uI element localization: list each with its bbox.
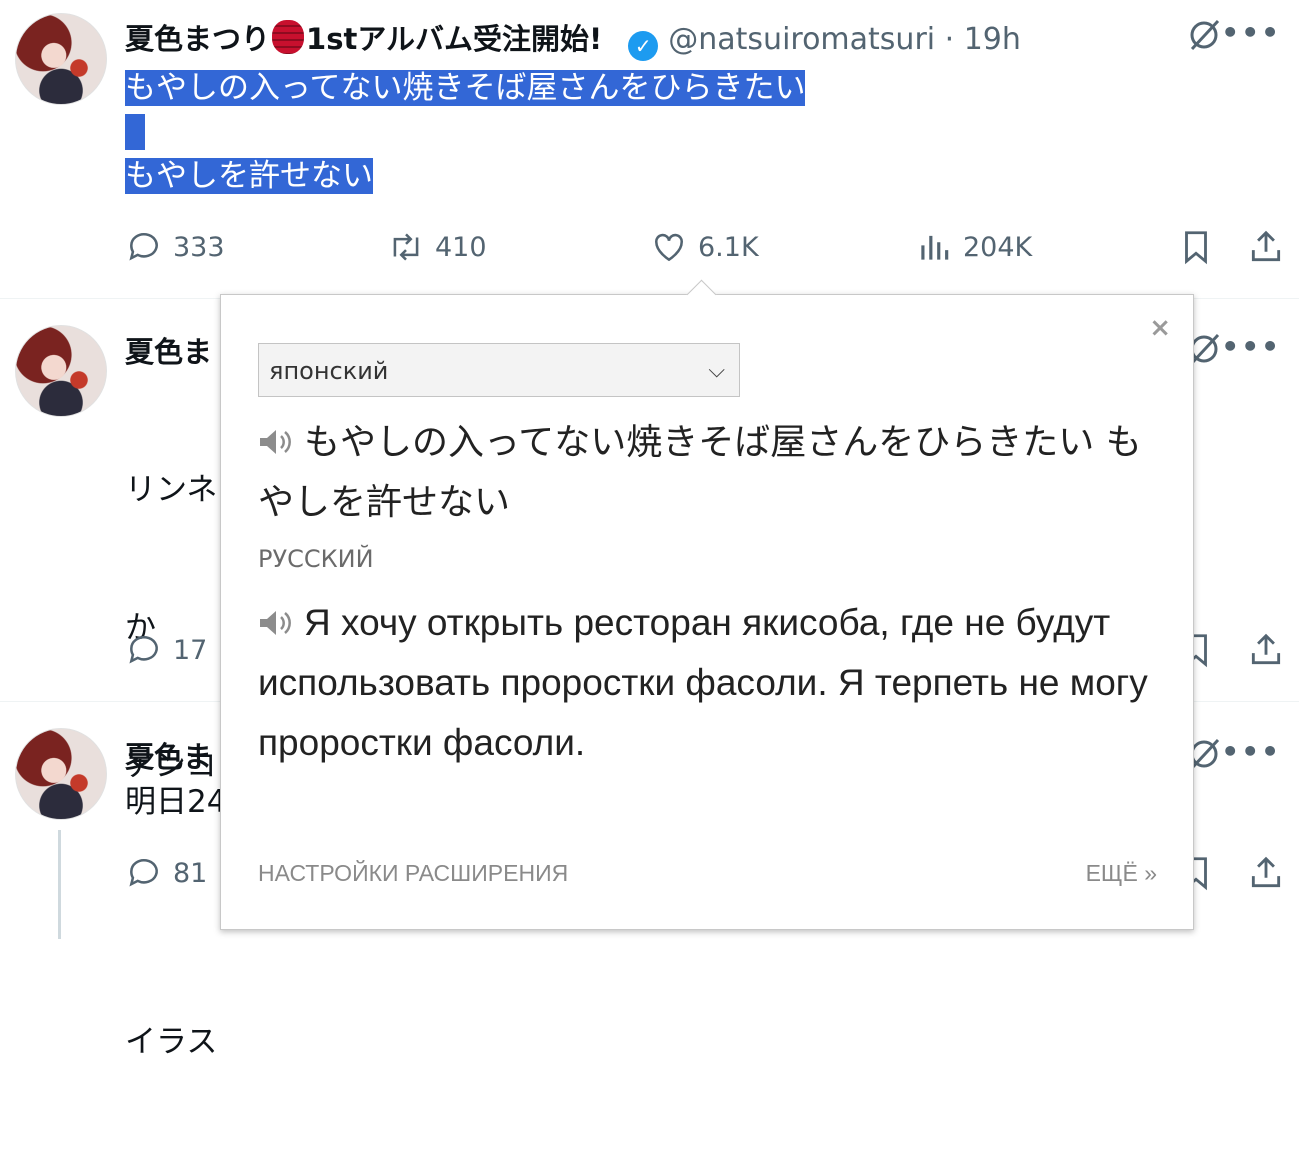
speaker-icon[interactable] bbox=[258, 609, 294, 637]
translation-text: Я хочу открыть ресторан якисоба, где не … bbox=[258, 593, 1158, 773]
bookmark-icon bbox=[1185, 231, 1207, 265]
retweet-icon bbox=[393, 233, 419, 261]
bookmark-button[interactable] bbox=[1177, 228, 1215, 266]
like-count: 6.1K bbox=[698, 231, 759, 263]
chevron-down-icon: ⌵ bbox=[708, 358, 725, 383]
author-name[interactable]: 夏色まつり bbox=[125, 22, 270, 56]
tweet-header: 夏色まつり 1stアルバム受注開始! ✓ @natsuiromatsuri · 19h bbox=[125, 16, 1021, 61]
more-link[interactable]: ЕЩЁ » bbox=[1086, 860, 1157, 887]
share-icon bbox=[1251, 230, 1281, 262]
views-icon bbox=[921, 235, 949, 260]
close-icon[interactable]: × bbox=[1149, 313, 1171, 343]
views-button[interactable]: 204K bbox=[915, 228, 1032, 266]
share-button[interactable] bbox=[1247, 854, 1285, 892]
author-name-suffix[interactable]: 1stアルバム受注開始! bbox=[306, 22, 602, 56]
tweet-text: もやしの入ってない焼きそば屋さんをひらきたい もやしを許せない bbox=[125, 66, 806, 198]
reply-count: 333 bbox=[173, 231, 225, 263]
heart-icon bbox=[655, 233, 683, 262]
source-text-content: もやしの入ってない焼きそば屋さんをひらきたい もやしを許せない bbox=[258, 422, 1142, 523]
tweet-text-line: もやしを許せない bbox=[125, 158, 373, 194]
translation-content: Я хочу открыть ресторан якисоба, где не … bbox=[258, 602, 1148, 763]
share-icon bbox=[1251, 633, 1281, 665]
speaker-icon[interactable] bbox=[258, 428, 294, 456]
verified-badge-icon[interactable]: ✓ bbox=[628, 31, 659, 61]
tweet-text-line: もやしの入ってない焼きそば屋さんをひらきたい bbox=[125, 70, 806, 106]
tweet-text-line: リンネ bbox=[125, 472, 218, 508]
grok-icon[interactable] bbox=[1187, 18, 1221, 52]
share-button[interactable] bbox=[1247, 631, 1285, 669]
reply-button[interactable]: 17 bbox=[125, 631, 207, 669]
retweet-button[interactable]: 410 bbox=[387, 228, 487, 266]
tweet-1[interactable]: 夏色まつり 1stアルバム受注開始! ✓ @natsuiromatsuri · 19h… bbox=[0, 0, 1299, 298]
avatar[interactable] bbox=[15, 728, 107, 820]
share-button[interactable] bbox=[1247, 228, 1285, 266]
translate-popup: × японский ⌵ もやしの入ってない焼きそば屋さんをひらきたい もやしを… bbox=[220, 279, 1194, 930]
view-count: 204K bbox=[963, 231, 1033, 263]
reply-count: 81 bbox=[173, 857, 208, 889]
tweet-actions: 333 410 6.1K 204K bbox=[125, 228, 1285, 268]
reply-icon bbox=[129, 232, 158, 261]
avatar[interactable] bbox=[15, 325, 107, 417]
tweet-text: 明日24 bbox=[125, 784, 227, 820]
share-icon bbox=[1251, 856, 1281, 888]
thread-line bbox=[58, 830, 61, 939]
source-text: もやしの入ってない焼きそば屋さんをひらきたい もやしを許せない bbox=[258, 413, 1158, 533]
author-name[interactable]: 夏色ま bbox=[125, 329, 212, 371]
source-language-select[interactable]: японский ⌵ bbox=[258, 343, 740, 397]
source-language-value: японский bbox=[269, 357, 389, 385]
target-language-label: РУССКИЙ bbox=[258, 545, 374, 573]
more-options-icon[interactable]: ••• bbox=[1221, 735, 1281, 768]
handle-and-time[interactable]: @natsuiromatsuri · 19h bbox=[668, 22, 1021, 57]
avatar[interactable] bbox=[15, 13, 107, 105]
reply-icon bbox=[129, 858, 158, 887]
lantern-icon bbox=[272, 20, 305, 54]
reply-icon bbox=[129, 635, 158, 664]
author-name[interactable]: 夏色ま bbox=[125, 734, 212, 776]
selection-blank-line bbox=[125, 114, 145, 150]
reply-button[interactable]: 81 bbox=[125, 854, 207, 892]
extension-settings-link[interactable]: НАСТРОЙКИ РАСШИРЕНИЯ bbox=[258, 860, 568, 887]
retweet-count: 410 bbox=[435, 231, 487, 263]
more-options-icon[interactable]: ••• bbox=[1221, 330, 1281, 363]
reply-button[interactable]: 333 bbox=[125, 228, 225, 266]
more-options-icon[interactable]: ••• bbox=[1221, 16, 1281, 49]
reply-count: 17 bbox=[173, 634, 208, 666]
tweet-text-line: イラス bbox=[125, 1024, 218, 1060]
like-button[interactable]: 6.1K bbox=[650, 228, 759, 266]
